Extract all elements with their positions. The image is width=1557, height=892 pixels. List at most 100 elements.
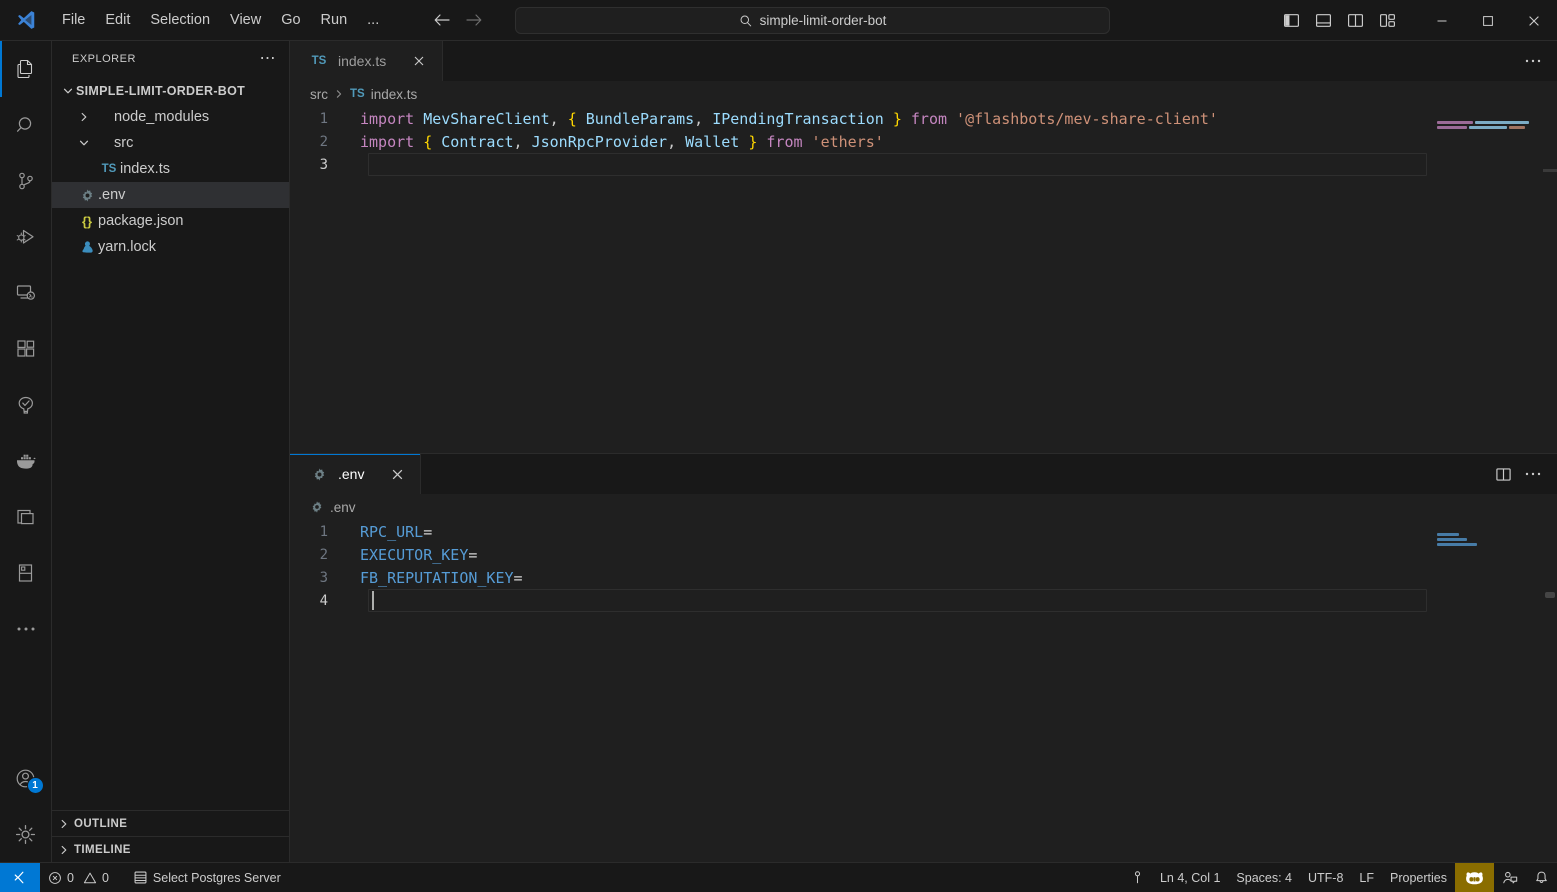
editor-scrollbar-bottom[interactable] bbox=[1543, 520, 1557, 862]
breadcrumb-item-dotenv[interactable]: .env bbox=[310, 500, 356, 515]
chevron-down-icon[interactable] bbox=[76, 137, 92, 149]
chevron-down-icon[interactable] bbox=[60, 85, 76, 97]
menu-go[interactable]: Go bbox=[271, 8, 310, 32]
toggle-primary-sidebar-icon[interactable] bbox=[1275, 5, 1307, 37]
tree-row-package-json[interactable]: {} package.json bbox=[52, 208, 289, 234]
close-icon[interactable] bbox=[386, 463, 408, 485]
minimap-top[interactable] bbox=[1427, 107, 1543, 453]
activity-run-and-debug[interactable] bbox=[0, 209, 52, 265]
status-bar-right: Ln 4, Col 1 Spaces: 4 UTF-8 LF Propertie… bbox=[1123, 863, 1557, 892]
chevron-right-icon[interactable] bbox=[76, 111, 92, 123]
extensions-icon bbox=[14, 337, 38, 361]
status-cursor-position[interactable]: Ln 4, Col 1 bbox=[1152, 863, 1228, 892]
tab-dotenv[interactable]: .env bbox=[290, 454, 421, 494]
tree-row-yarn-lock[interactable]: yarn.lock bbox=[52, 234, 289, 260]
status-problems[interactable]: 0 0 bbox=[40, 863, 117, 892]
editor-scrollbar-top[interactable] bbox=[1543, 107, 1557, 453]
toggle-secondary-sidebar-icon[interactable] bbox=[1339, 5, 1371, 37]
copilot-icon bbox=[1464, 869, 1485, 886]
status-editor-hint[interactable] bbox=[1123, 863, 1152, 892]
breadcrumb-item-index-ts[interactable]: TS index.ts bbox=[350, 87, 417, 102]
code-line: 1 import MevShareClient, { BundleParams,… bbox=[290, 107, 1557, 130]
status-indentation[interactable]: Spaces: 4 bbox=[1228, 863, 1300, 892]
menu-edit[interactable]: Edit bbox=[95, 8, 140, 32]
arrow-left-icon[interactable] bbox=[433, 12, 451, 28]
status-encoding[interactable]: UTF-8 bbox=[1300, 863, 1351, 892]
error-icon bbox=[48, 871, 62, 885]
activity-extensions[interactable] bbox=[0, 321, 52, 377]
close-button[interactable] bbox=[1511, 0, 1557, 41]
line-content: RPC_URL= bbox=[352, 523, 432, 541]
status-language-mode[interactable]: Properties bbox=[1382, 863, 1455, 892]
activity-todo-tree[interactable] bbox=[0, 545, 52, 601]
activity-more-views[interactable] bbox=[0, 601, 52, 657]
activity-database[interactable] bbox=[0, 489, 52, 545]
run-debug-icon bbox=[14, 225, 38, 249]
ellipsis-icon bbox=[15, 625, 37, 633]
database-icon bbox=[133, 870, 148, 885]
maximize-button[interactable] bbox=[1465, 0, 1511, 41]
menu-run[interactable]: Run bbox=[311, 8, 358, 32]
tree-row-root[interactable]: SIMPLE-LIMIT-ORDER-BOT bbox=[52, 78, 289, 104]
status-feedback[interactable] bbox=[1494, 863, 1526, 892]
split-editor-icon[interactable] bbox=[1489, 460, 1517, 488]
explorer-sidebar: EXPLORER ⋯ SIMPLE-LIMIT-ORDER-BOT bbox=[52, 41, 290, 862]
tree-row-dotenv[interactable]: .env bbox=[52, 182, 289, 208]
tab-bar-bottom: .env bbox=[290, 454, 1557, 494]
menu-selection[interactable]: Selection bbox=[140, 8, 220, 32]
sidebar-section-outline[interactable]: OUTLINE bbox=[52, 810, 289, 836]
yarn-file-icon bbox=[76, 240, 98, 255]
sidebar-section-label: TIMELINE bbox=[74, 844, 131, 856]
tab-index-ts[interactable]: TS index.ts bbox=[290, 41, 443, 81]
ellipsis-icon[interactable] bbox=[1519, 460, 1547, 488]
tree-row-index-ts[interactable]: TS index.ts bbox=[52, 156, 289, 182]
arrow-right-icon[interactable] bbox=[465, 12, 483, 28]
chevron-right-icon[interactable] bbox=[56, 844, 72, 856]
status-notifications[interactable] bbox=[1526, 863, 1557, 892]
customize-layout-icon[interactable] bbox=[1371, 5, 1403, 37]
chevron-right-icon[interactable] bbox=[56, 818, 72, 830]
minimap-bottom[interactable] bbox=[1427, 520, 1543, 862]
tab-bar-actions-top bbox=[1519, 41, 1557, 81]
scrollbar-thumb[interactable] bbox=[1545, 592, 1555, 598]
activity-source-control[interactable] bbox=[0, 153, 52, 209]
tab-bar-actions-bottom bbox=[1489, 454, 1557, 494]
breadcrumb-item-src[interactable]: src bbox=[310, 87, 328, 102]
accounts-badge: 1 bbox=[27, 777, 44, 794]
search-icon bbox=[14, 113, 38, 137]
tree-row-label: src bbox=[114, 135, 133, 151]
activity-manage-settings[interactable] bbox=[0, 806, 52, 862]
tree-row-src[interactable]: src bbox=[52, 130, 289, 156]
status-eol[interactable]: LF bbox=[1351, 863, 1382, 892]
warning-icon bbox=[83, 871, 97, 885]
activity-docker[interactable] bbox=[0, 433, 52, 489]
remote-window-indicator[interactable] bbox=[0, 863, 40, 892]
menu-more[interactable]: ... bbox=[357, 8, 389, 32]
status-postgres-server[interactable]: Select Postgres Server bbox=[125, 863, 289, 892]
command-center[interactable]: simple-limit-order-bot bbox=[515, 7, 1110, 34]
menu-bar: File Edit Selection View Go Run ... bbox=[52, 8, 389, 32]
error-count: 0 bbox=[67, 871, 74, 885]
sidebar-section-timeline[interactable]: TIMELINE bbox=[52, 836, 289, 862]
activity-search[interactable] bbox=[0, 97, 52, 153]
tree-row-node-modules[interactable]: node_modules bbox=[52, 104, 289, 130]
code-surface-bottom[interactable]: 1 RPC_URL= 2 EXECUTOR_KEY= 3 FB_REPUTATI… bbox=[290, 520, 1557, 862]
activity-explorer[interactable] bbox=[0, 41, 52, 97]
close-icon[interactable] bbox=[408, 50, 430, 72]
minimap-line bbox=[1509, 126, 1525, 129]
docker-whale-icon bbox=[13, 448, 39, 474]
minimize-button[interactable] bbox=[1419, 0, 1465, 41]
activity-accounts[interactable]: 1 bbox=[0, 750, 52, 806]
ellipsis-icon[interactable] bbox=[1519, 47, 1547, 75]
activity-testing[interactable] bbox=[0, 377, 52, 433]
ts-file-icon: TS bbox=[308, 55, 330, 67]
menu-view[interactable]: View bbox=[220, 8, 271, 32]
code-surface-top[interactable]: 1 import MevShareClient, { BundleParams,… bbox=[290, 107, 1557, 453]
tree-row-label: package.json bbox=[98, 213, 183, 229]
line-content: EXECUTOR_KEY= bbox=[352, 546, 477, 564]
toggle-panel-icon[interactable] bbox=[1307, 5, 1339, 37]
sidebar-more-actions-icon[interactable]: ⋯ bbox=[256, 54, 282, 64]
activity-remote-explorer[interactable] bbox=[0, 265, 52, 321]
status-copilot[interactable] bbox=[1455, 863, 1494, 892]
menu-file[interactable]: File bbox=[52, 8, 95, 32]
